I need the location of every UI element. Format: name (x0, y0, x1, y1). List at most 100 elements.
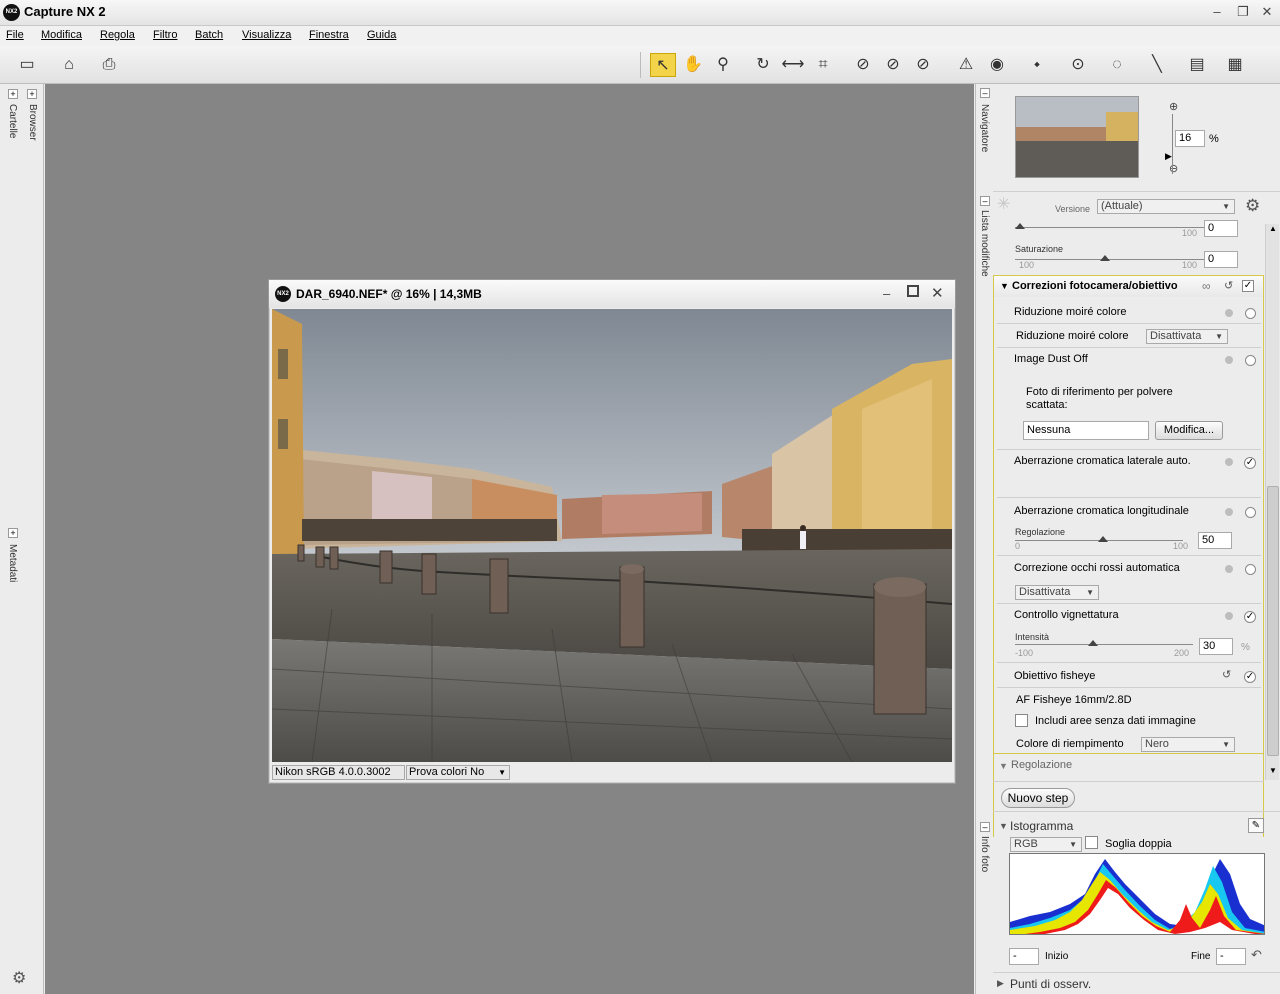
gear-icon[interactable]: ⚙ (12, 968, 26, 988)
version-dropdown[interactable]: (Attuale) ▼ (1097, 199, 1235, 214)
black-point-icon[interactable]: ⊘ (850, 53, 876, 77)
menu-file[interactable]: File (6, 29, 24, 41)
white-point-icon[interactable]: ⊘ (910, 53, 936, 77)
collapse-icon[interactable]: – (980, 196, 990, 206)
new-step-button[interactable]: Nuovo step (1001, 788, 1075, 808)
crop-icon[interactable]: ⌗ (810, 53, 836, 77)
image-window-titlebar[interactable]: NX2 DAR_6940.NEF* @ 16% | 14,3MB – ✕ (269, 280, 955, 308)
slider-track[interactable] (1015, 227, 1205, 228)
zoom-icon[interactable]: ⚲ (710, 53, 736, 77)
straighten-icon[interactable]: ⟷ (780, 53, 806, 77)
zoom-slider-thumb[interactable]: ▶ (1165, 151, 1172, 162)
lasso-icon[interactable]: ◌ (1104, 53, 1130, 77)
long-ca-thumb[interactable] (1098, 536, 1108, 542)
dust-modify-button[interactable]: Modifica... (1155, 421, 1223, 440)
doc-minimize-button[interactable]: – (883, 286, 890, 301)
moire-enable-toggle[interactable] (1245, 308, 1256, 319)
menu-regola[interactable]: Regola (100, 29, 135, 41)
redeye-toggle[interactable] (1245, 564, 1256, 575)
doc-maximize-button[interactable] (907, 285, 919, 297)
edit-list-scrollbar[interactable]: ▲ ▼ (1265, 224, 1279, 780)
photo-canvas[interactable] (272, 309, 952, 762)
navigator-thumbnail[interactable] (1015, 96, 1139, 178)
restore-button[interactable]: ❐ (1232, 3, 1254, 21)
close-button[interactable]: ✕ (1256, 3, 1278, 21)
direct-select-icon[interactable]: ↖ (650, 53, 676, 77)
gradient-icon[interactable]: ▤ (1184, 53, 1210, 77)
fisheye-toggle[interactable]: ✓ (1244, 671, 1256, 683)
vignette-input[interactable]: 30 (1199, 638, 1233, 655)
collapse-icon[interactable]: – (980, 822, 990, 832)
reset-icon[interactable]: ↺ (1224, 279, 1233, 292)
scroll-thumb[interactable] (1267, 486, 1279, 756)
zoom-slider-track[interactable] (1172, 114, 1173, 174)
reset-icon[interactable]: ↶ (1251, 947, 1262, 963)
red-eye-icon[interactable]: ⚠ (953, 53, 979, 77)
expand-icon[interactable]: + (8, 89, 18, 99)
histogram-start-input[interactable]: - (1009, 948, 1039, 965)
minimize-button[interactable]: – (1206, 3, 1228, 21)
rotate-icon[interactable]: ↻ (750, 53, 776, 77)
section-header[interactable]: ▼ Correzioni fotocamera/obiettivo ∞ ↺ ✓ (993, 275, 1264, 297)
section-enable-checkbox[interactable]: ✓ (1242, 280, 1254, 292)
menu-filtro[interactable]: Filtro (153, 29, 177, 41)
reset-icon[interactable]: ↺ (1222, 668, 1231, 681)
tab-browser[interactable]: Browser (27, 104, 38, 141)
workspace-icon[interactable]: ▭ (14, 53, 40, 77)
neutral-point-icon[interactable]: ⊘ (880, 53, 906, 77)
reset-dot-icon[interactable] (1225, 309, 1233, 317)
settings-icon[interactable]: ⚙ (1245, 196, 1260, 216)
expand-icon[interactable]: + (27, 89, 37, 99)
dust-ref-input[interactable]: Nessuna (1023, 421, 1149, 440)
menu-guida[interactable]: Guida (367, 29, 396, 41)
fill-color-dropdown[interactable]: Nero ▼ (1141, 737, 1235, 752)
long-ca-input[interactable]: 50 (1198, 532, 1232, 549)
tab-cartelle[interactable]: Cartelle (7, 104, 18, 138)
collapsed-triangle-icon[interactable]: ▶ (997, 978, 1004, 989)
eye-icon[interactable]: ◉ (984, 53, 1010, 77)
scroll-down-icon[interactable]: ▼ (1267, 766, 1279, 778)
softproof-dropdown[interactable]: Prova colori No ▼ (406, 765, 510, 780)
camera-icon[interactable]: ⌂ (56, 53, 82, 77)
eyedropper-icon[interactable]: ✎ (1248, 818, 1264, 833)
menu-visualizza[interactable]: Visualizza (242, 29, 291, 41)
expand-triangle-icon[interactable]: ▼ (999, 821, 1008, 831)
reset-dot-icon[interactable] (1225, 612, 1233, 620)
reset-dot-icon[interactable] (1225, 565, 1233, 573)
long-ca-toggle[interactable] (1245, 507, 1256, 518)
reset-dot-icon[interactable] (1225, 356, 1233, 364)
redeye-dropdown[interactable]: Disattivata ▼ (1015, 585, 1099, 600)
tab-lista-modifiche[interactable]: Lista modifiche (979, 210, 990, 277)
double-threshold-checkbox[interactable] (1085, 836, 1098, 849)
histogram-end-input[interactable]: - (1216, 948, 1246, 965)
moire-dropdown[interactable]: Disattivata ▼ (1146, 329, 1228, 344)
vignette-track[interactable] (1015, 644, 1193, 645)
reset-dot-icon[interactable] (1225, 508, 1233, 516)
saturation-track[interactable] (1015, 259, 1205, 260)
menu-batch[interactable]: Batch (195, 29, 223, 41)
saturation-input[interactable]: 0 (1204, 251, 1238, 268)
scroll-up-icon[interactable]: ▲ (1267, 224, 1279, 236)
expand-triangle-icon[interactable]: ▼ (999, 761, 1008, 771)
zoom-in-icon[interactable]: ⊕ (1169, 100, 1178, 113)
reset-dot-icon[interactable] (1225, 458, 1233, 466)
output-icon[interactable]: ⎙ (96, 53, 122, 77)
brush-icon[interactable]: ╲ (1144, 53, 1170, 77)
dust-enable-toggle[interactable] (1245, 355, 1256, 366)
fill-icon[interactable]: ▦ (1222, 53, 1248, 77)
hand-icon[interactable]: ✋ (680, 53, 706, 77)
vignette-thumb[interactable] (1088, 640, 1098, 646)
watch-points-title[interactable]: Punti di osserv. (1010, 977, 1091, 991)
vignette-toggle[interactable]: ✓ (1244, 611, 1256, 623)
doc-close-button[interactable]: ✕ (931, 284, 944, 302)
expand-icon[interactable]: + (8, 528, 18, 538)
saturation-thumb[interactable] (1100, 255, 1110, 261)
tab-info-foto[interactable]: Info foto (979, 836, 990, 872)
collapse-icon[interactable]: – (980, 88, 990, 98)
menu-finestra[interactable]: Finestra (309, 29, 349, 41)
control-point-icon[interactable]: ⊙ (1065, 53, 1091, 77)
zoom-input[interactable]: 16 (1175, 130, 1205, 147)
link-icon[interactable]: ∞ (1202, 279, 1211, 293)
top-slider-input[interactable]: 0 (1204, 220, 1238, 237)
histogram-graph[interactable] (1009, 853, 1265, 935)
